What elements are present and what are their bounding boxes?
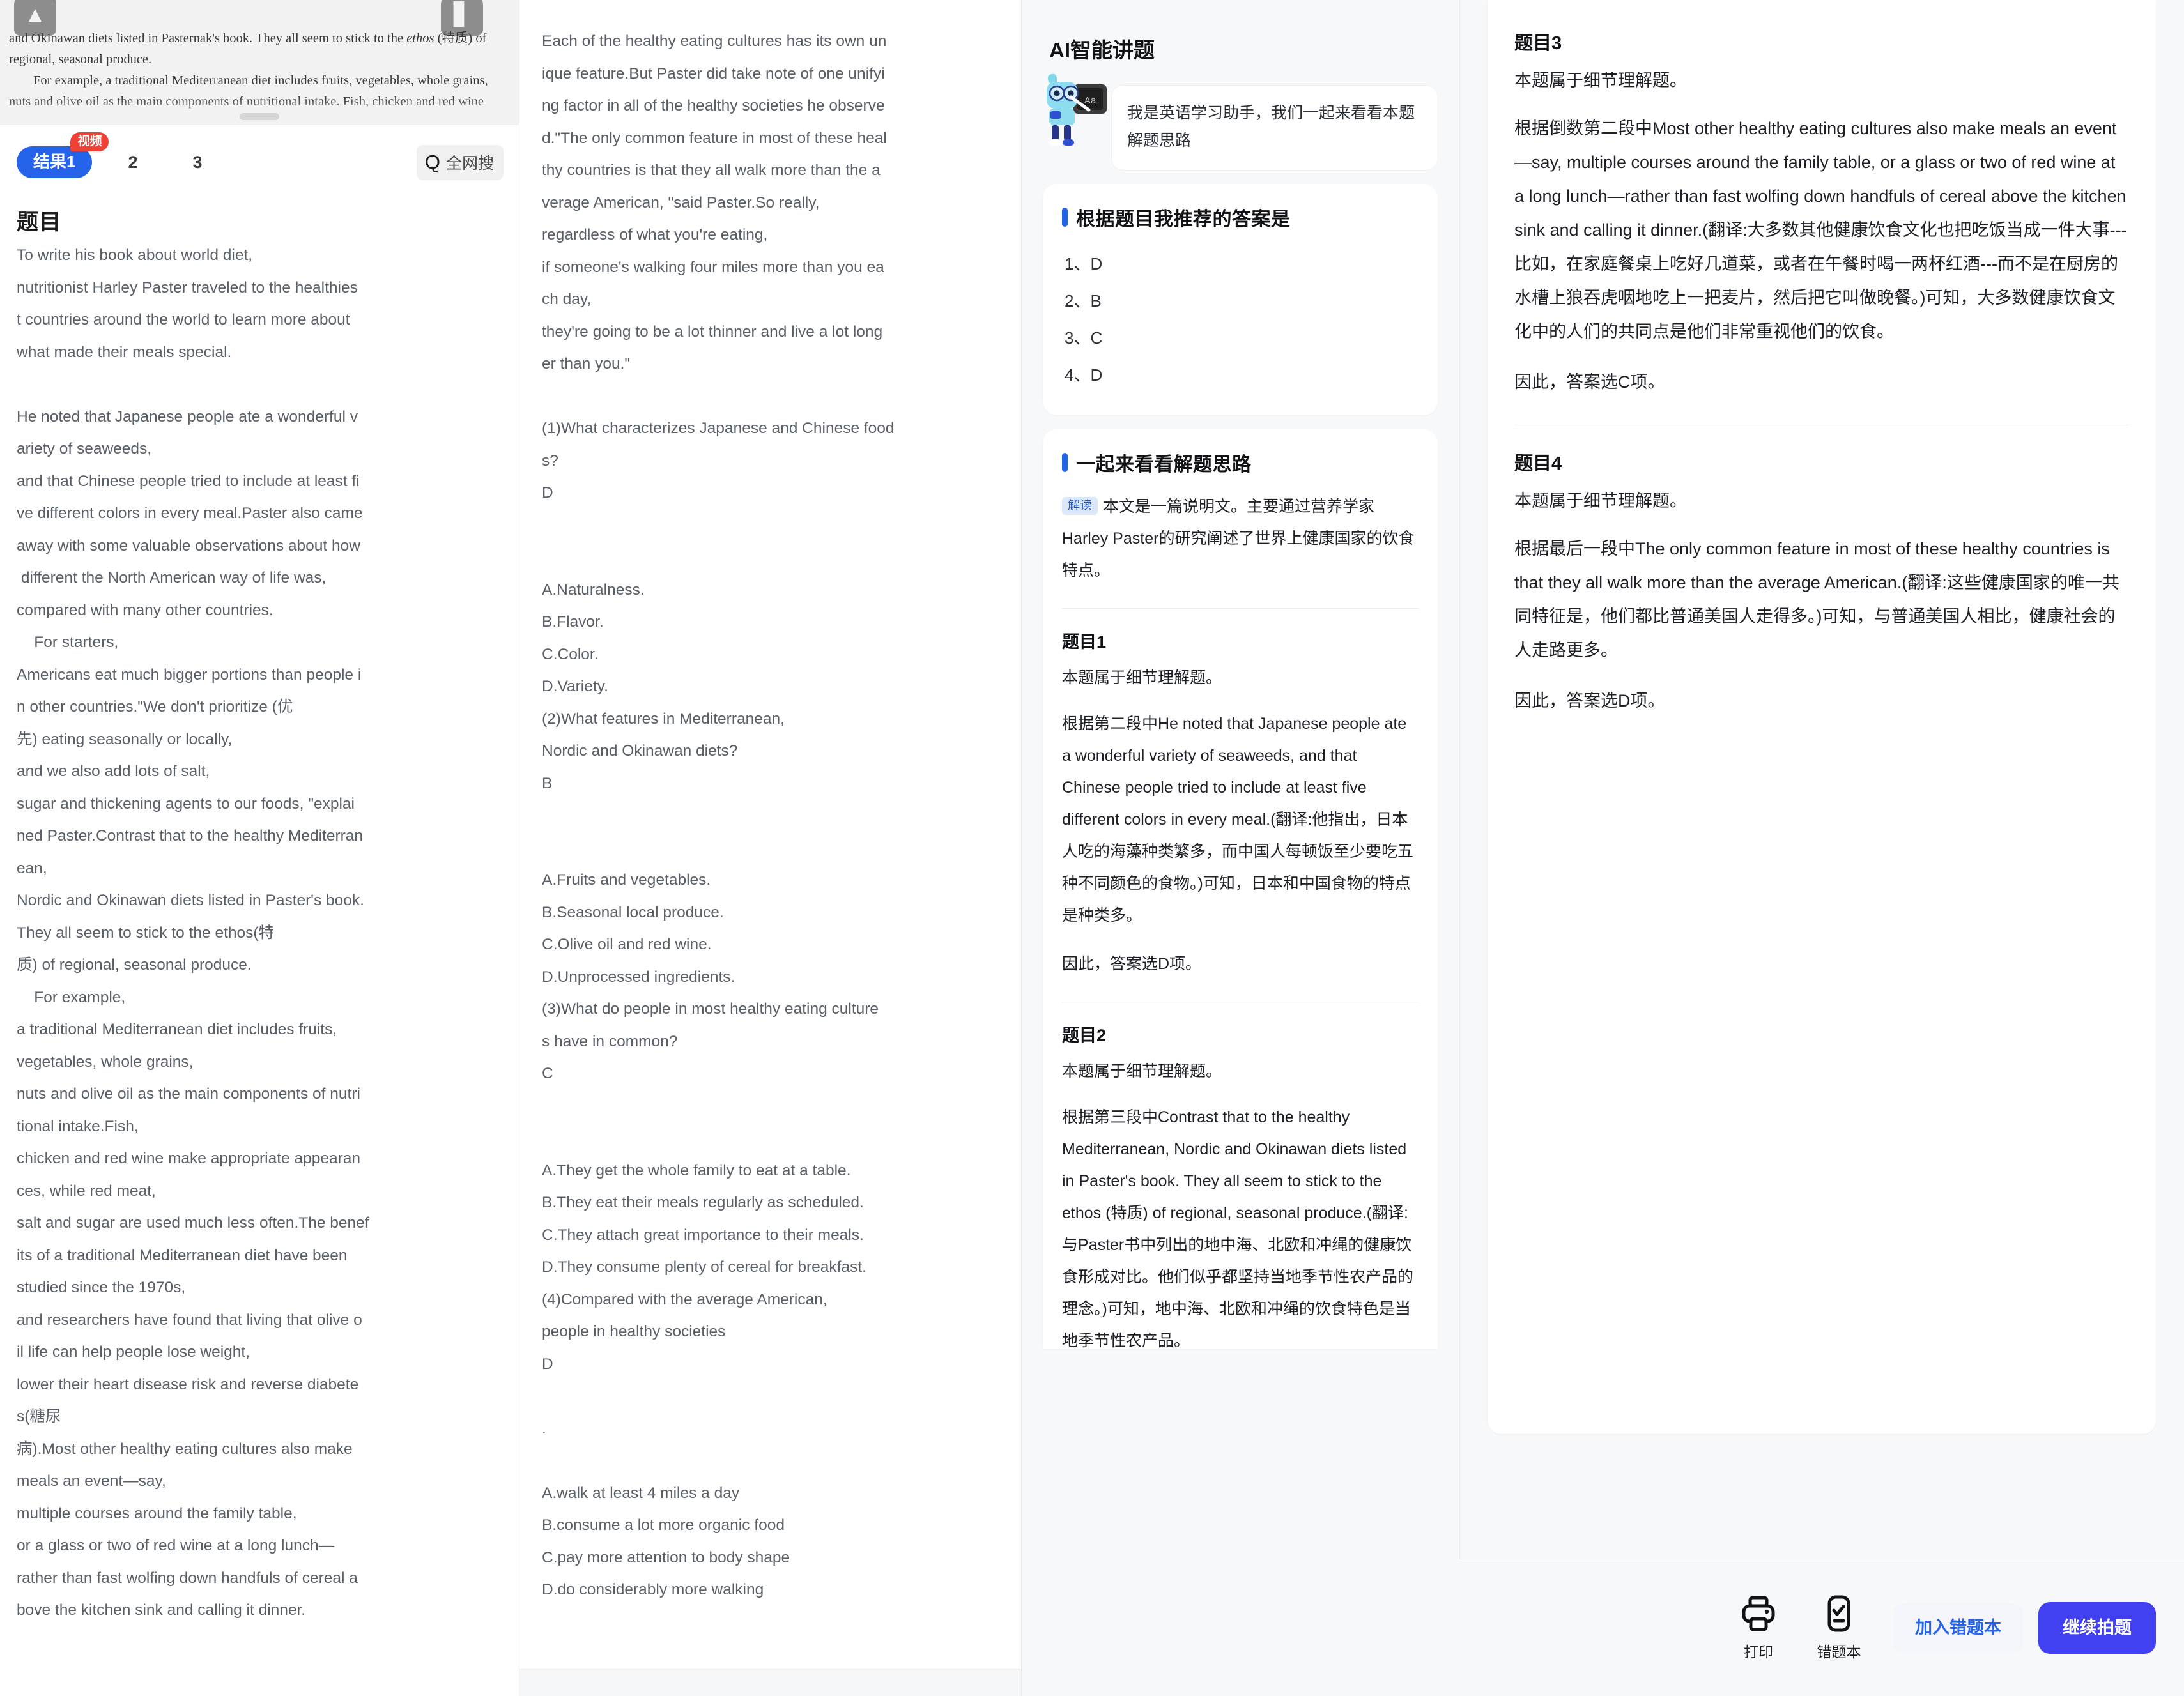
section-marker-icon: [1062, 453, 1068, 472]
recommended-answers-title: 根据题目我推荐的答案是: [1076, 209, 1291, 230]
analysis-q4-type: 本题属于细节理解题。: [1514, 491, 1687, 510]
question-body: 题目 To write his book about world diet, n…: [0, 199, 519, 1693]
printer-icon: [1742, 1596, 1775, 1631]
passage-continuation-column: Each of the healthy eating cultures has …: [519, 0, 1021, 1696]
analysis-question-1: 题目1 本题属于细节理解题。 根据第二段中He noted that Japan…: [1062, 628, 1419, 980]
column-bottom-bar: [519, 1669, 1021, 1696]
analysis-q2-head: 题目2: [1062, 1026, 1107, 1045]
web-search-button[interactable]: Q 全网搜: [416, 144, 504, 180]
analysis-header: 一起来看看解题思路: [1062, 448, 1419, 477]
tab-result-3[interactable]: 3: [174, 153, 222, 172]
ai-mascot-icon: Aa: [1043, 73, 1109, 148]
answer-item-1: 1、D: [1065, 254, 1103, 273]
scan-line-1: and Okinawan diets listed in Pasternak's…: [9, 31, 407, 45]
svg-text:Aa: Aa: [1084, 95, 1096, 106]
mistake-book-button[interactable]: 错题本: [1799, 1594, 1879, 1662]
add-to-mistake-book-button[interactable]: 加入错题本: [1893, 1603, 2023, 1653]
ai-explain-column: AI智能讲题 Aa 我是英语学习助手，我们一起来看看本题解题思路 根据题目我推荐…: [1021, 0, 1459, 1696]
question-column: ▲ ▋ and Okinawan diets listed in Pastern…: [0, 0, 519, 1696]
recommended-answers-header: 根据题目我推荐的答案是: [1062, 203, 1419, 231]
analysis-q3-body: 根据倒数第二段中Most other healthy eating cultur…: [1514, 119, 2127, 341]
tab-result-2[interactable]: 2: [109, 153, 157, 172]
bottom-toolbar: 打印 错题本 加入错题本 继续拍题: [1459, 1559, 2184, 1696]
scan-line-3: For example, a traditional Mediterranean…: [33, 73, 488, 88]
print-label: 打印: [1744, 1644, 1773, 1660]
passage-part-1: To write his book about world diet, nutr…: [17, 247, 369, 1619]
analysis-q3-conclusion: 因此，答案选C项。: [1514, 372, 1665, 392]
scan-italic-word: ethos: [406, 31, 434, 45]
column-divider-2: [1021, 0, 1022, 1696]
analysis-q4-conclusion: 因此，答案选D项。: [1514, 691, 1665, 710]
analysis-question-2: 题目2 本题属于细节理解题。 根据第三段中Contrast that to th…: [1062, 1021, 1419, 1349]
answer-item-3: 3、C: [1065, 328, 1103, 348]
video-badge: 视频: [70, 132, 109, 151]
photo-fade-overlay: [0, 98, 519, 125]
scan-line-1b: (特质) of: [434, 31, 487, 45]
ai-greeting-bubble: 我是英语学习助手，我们一起来看看本题解题思路: [1112, 86, 1438, 170]
analysis-intro: 解读 本文是一篇说明文。主要通过营养学家Harley Paster的研究阐述了世界…: [1062, 491, 1419, 586]
interpretation-tag: 解读: [1062, 497, 1098, 515]
analysis-q1-body: 根据第二段中He noted that Japanese people ate …: [1062, 715, 1414, 924]
tab-result-1[interactable]: 结果1 视频: [17, 132, 109, 178]
analysis-divider: [1062, 608, 1419, 609]
recommended-answers-card: 根据题目我推荐的答案是 1、D 2、B 3、C 4、D: [1043, 184, 1438, 415]
analysis-question-3: 题目3 本题属于细节理解题。 根据倒数第二段中Most other health…: [1514, 28, 2129, 399]
mistake-book-icon: [1827, 1595, 1850, 1632]
print-button[interactable]: 打印: [1718, 1594, 1799, 1662]
page-title: 题目: [17, 210, 61, 234]
analysis-q1-conclusion: 因此，答案选D项。: [1062, 955, 1202, 973]
drag-handle[interactable]: [240, 113, 279, 120]
analysis-q4-head: 题目4: [1514, 454, 1562, 474]
analysis-question-4: 题目4 本题属于细节理解题。 根据最后一段中The only common fe…: [1514, 448, 2129, 718]
analysis-title: 一起来看看解题思路: [1076, 454, 1252, 475]
app-root: ▲ ▋ and Okinawan diets listed in Pastern…: [0, 0, 2184, 1696]
analysis-q3-head: 题目3: [1514, 33, 1562, 54]
analysis-intro-text: 本文是一篇说明文。主要通过营养学家Harley Paster的研究阐述了世界上健…: [1062, 498, 1415, 579]
analysis-q4-body: 根据最后一段中The only common feature in most o…: [1514, 539, 2119, 660]
analysis-q3-type: 本题属于细节理解题。: [1514, 71, 1687, 90]
search-icon: Q: [424, 151, 440, 173]
ai-panel-title: AI智能讲题: [1049, 38, 1155, 62]
analysis-card: 一起来看看解题思路 解读 本文是一篇说明文。主要通过营养学家Harley Past…: [1043, 429, 1438, 1349]
column-divider-3: [1459, 0, 1460, 1696]
web-search-label: 全网搜: [445, 154, 494, 172]
scan-line-2: regional, seasonal produce.: [9, 52, 152, 66]
continue-capture-button[interactable]: 继续拍题: [2038, 1601, 2156, 1654]
ai-greeting-row: Aa 我是英语学习助手，我们一起来看看本题解题思路: [1043, 73, 1459, 170]
analysis-card-continued: 题目3 本题属于细节理解题。 根据倒数第二段中Most other health…: [1488, 0, 2156, 1434]
result-tabs: 结果1 视频 2 3 Q 全网搜: [0, 125, 519, 199]
section-marker-icon: [1062, 208, 1068, 227]
ai-explain-continuation-column: 题目3 本题属于细节理解题。 根据倒数第二段中Most other health…: [1459, 0, 2184, 1696]
scanned-photo-strip[interactable]: ▲ ▋ and Okinawan diets listed in Pastern…: [0, 0, 519, 125]
analysis-q1-head: 题目1: [1062, 632, 1107, 652]
passage-part-2: Each of the healthy eating cultures has …: [542, 33, 895, 1598]
answer-item-4: 4、D: [1065, 365, 1103, 385]
analysis-q2-type: 本题属于细节理解题。: [1062, 1062, 1222, 1080]
analysis-q1-type: 本题属于细节理解题。: [1062, 669, 1222, 687]
mistake-book-label: 错题本: [1817, 1644, 1861, 1660]
recommended-answers-list: 1、D 2、B 3、C 4、D: [1062, 245, 1419, 393]
tab-result-1-label: 结果1: [33, 152, 76, 171]
answer-item-2: 2、B: [1065, 291, 1102, 310]
analysis-q2-body: 根据第三段中Contrast that to the healthy Medit…: [1062, 1108, 1414, 1349]
passage-continuation-body: Each of the healthy eating cultures has …: [519, 0, 1021, 1696]
